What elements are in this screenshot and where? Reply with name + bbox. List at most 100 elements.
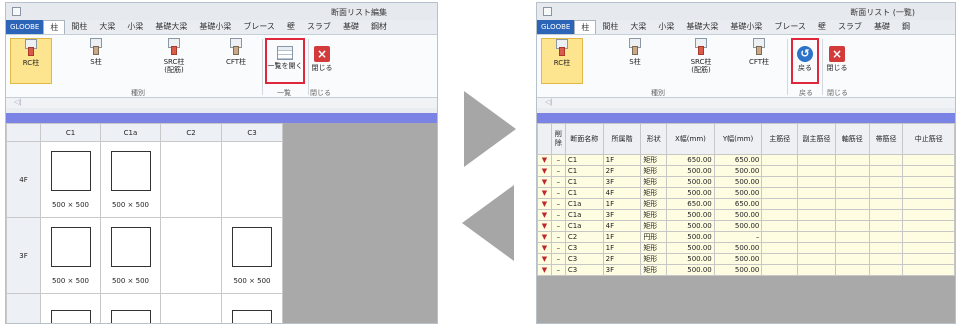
tab-foundation[interactable]: 基礎	[868, 20, 896, 34]
name-cell[interactable]: C1	[564, 165, 604, 177]
empty-cell[interactable]	[797, 209, 836, 221]
table-row[interactable]: ▼ – C1 4F 矩形 500.00 500.00	[537, 187, 955, 199]
shape-cell[interactable]: 矩形	[640, 165, 668, 177]
tab-column[interactable]: 柱	[574, 20, 597, 34]
delete-cell[interactable]: –	[550, 154, 566, 166]
empty-cell[interactable]	[902, 154, 955, 166]
name-cell[interactable]: C1a	[564, 209, 604, 221]
y-width-cell[interactable]: 500.00	[713, 220, 763, 232]
tab-foundation-beam[interactable]: 基礎小梁	[724, 20, 768, 34]
empty-cell[interactable]	[868, 198, 904, 210]
empty-cell[interactable]	[868, 165, 904, 177]
shape-cell[interactable]: 矩形	[640, 176, 668, 188]
row-marker-icon[interactable]: ▼	[537, 253, 552, 265]
empty-cell[interactable]	[797, 264, 836, 276]
x-width-cell[interactable]: 500.00	[666, 187, 715, 199]
row-marker-icon[interactable]: ▼	[537, 242, 552, 254]
tab-wall[interactable]: 壁	[812, 20, 832, 34]
table-row[interactable]: ▼ – C2 1F 円形 500.00–	[537, 231, 955, 243]
y-width-cell[interactable]: 650.00	[713, 154, 763, 166]
empty-cell[interactable]	[761, 220, 799, 232]
delete-cell[interactable]: –	[550, 242, 566, 254]
empty-cell[interactable]	[868, 154, 904, 166]
empty-cell[interactable]	[797, 187, 836, 199]
y-width-cell[interactable]: 500.00	[713, 253, 763, 265]
grid-cell[interactable]	[221, 141, 283, 218]
empty-cell[interactable]	[797, 220, 836, 232]
grid-cell[interactable]: 500 × 500	[100, 141, 161, 218]
row-marker-icon[interactable]: ▼	[537, 154, 552, 166]
name-cell[interactable]: C1a	[564, 220, 604, 232]
row-marker-icon[interactable]: ▼	[537, 165, 552, 177]
empty-cell[interactable]	[902, 264, 955, 276]
empty-cell[interactable]	[868, 264, 904, 276]
col-header[interactable]: X幅(mm)	[666, 123, 715, 155]
x-width-cell[interactable]: 500.00	[666, 220, 715, 232]
empty-cell[interactable]	[868, 176, 904, 188]
rc-column-button[interactable]: RC柱	[10, 38, 52, 84]
tab-foundation-girder[interactable]: 基礎大梁	[149, 20, 193, 34]
grid-col-header[interactable]: C1	[40, 123, 101, 142]
grid-row-header[interactable]	[6, 293, 41, 323]
empty-cell[interactable]	[761, 231, 799, 243]
grid-cell[interactable]	[221, 293, 283, 323]
s-column-button[interactable]: S柱	[617, 38, 653, 84]
table-row[interactable]: ▼ – C1a 3F 矩形 500.00 500.00	[537, 209, 955, 221]
col-header[interactable]: 軸筋径	[834, 123, 870, 155]
tab-brace[interactable]: ブレース	[237, 20, 281, 34]
grid-col-header[interactable]: C3	[221, 123, 283, 142]
empty-cell[interactable]	[902, 231, 955, 243]
grid-cell[interactable]: 500 × 500	[100, 217, 161, 294]
table-row[interactable]: ▼ – C3 2F 矩形 500.00 500.00	[537, 253, 955, 265]
cft-column-button[interactable]: CFT柱	[741, 38, 777, 84]
row-marker-icon[interactable]: ▼	[537, 198, 552, 210]
shape-cell[interactable]: 矩形	[640, 198, 668, 210]
empty-cell[interactable]	[834, 242, 870, 254]
delete-cell[interactable]: –	[550, 187, 566, 199]
tab-wall[interactable]: 壁	[281, 20, 301, 34]
delete-cell[interactable]: –	[550, 231, 566, 243]
col-header[interactable]: Y幅(mm)	[713, 123, 763, 155]
empty-cell[interactable]	[834, 176, 870, 188]
floor-cell[interactable]: 1F	[602, 231, 642, 243]
grid-cell[interactable]	[160, 293, 222, 323]
floor-cell[interactable]: 3F	[602, 176, 642, 188]
row-marker-icon[interactable]: ▼	[537, 220, 552, 232]
grid-cell[interactable]: 500 × 500	[221, 217, 283, 294]
empty-cell[interactable]	[797, 198, 836, 210]
row-marker-icon[interactable]: ▼	[537, 187, 552, 199]
empty-cell[interactable]	[834, 165, 870, 177]
shape-cell[interactable]: 矩形	[640, 264, 668, 276]
floor-cell[interactable]: 2F	[602, 165, 642, 177]
tab-girder[interactable]: 大梁	[93, 20, 121, 34]
table-row[interactable]: ▼ – C1a 1F 矩形 650.00 650.00	[537, 198, 955, 210]
tab-steel[interactable]: 鋼材	[365, 20, 393, 34]
col-header[interactable]: 形状	[640, 123, 668, 155]
col-header[interactable]: 中止筋径	[902, 123, 955, 155]
shape-cell[interactable]: 矩形	[640, 242, 668, 254]
empty-cell[interactable]	[868, 242, 904, 254]
tab-foundation-beam[interactable]: 基礎小梁	[193, 20, 237, 34]
empty-cell[interactable]	[797, 154, 836, 166]
rc-column-button[interactable]: RC柱	[541, 38, 583, 84]
shape-cell[interactable]: 矩形	[640, 253, 668, 265]
table-row[interactable]: ▼ – C1 3F 矩形 500.00 500.00	[537, 176, 955, 188]
empty-cell[interactable]	[761, 198, 799, 210]
tab-foundation-girder[interactable]: 基礎大梁	[680, 20, 724, 34]
grid-cell[interactable]	[40, 293, 101, 323]
grid-row-header[interactable]: 3F	[6, 217, 41, 294]
delete-cell[interactable]: –	[550, 165, 566, 177]
empty-cell[interactable]	[834, 264, 870, 276]
grid-row-header[interactable]: 4F	[6, 141, 41, 218]
table-row[interactable]: ▼ – C1 1F 矩形 650.00 650.00	[537, 154, 955, 166]
grid-cell[interactable]: 500 × 500	[40, 141, 101, 218]
cft-column-button[interactable]: CFT柱	[216, 38, 256, 84]
y-width-cell[interactable]: –	[713, 231, 763, 243]
empty-cell[interactable]	[834, 209, 870, 221]
shape-cell[interactable]: 矩形	[640, 209, 668, 221]
floor-cell[interactable]: 4F	[602, 187, 642, 199]
table-row[interactable]: ▼ – C1a 4F 矩形 500.00 500.00	[537, 220, 955, 232]
empty-cell[interactable]	[761, 209, 799, 221]
tab-foundation[interactable]: 基礎	[337, 20, 365, 34]
y-width-cell[interactable]: 500.00	[713, 242, 763, 254]
